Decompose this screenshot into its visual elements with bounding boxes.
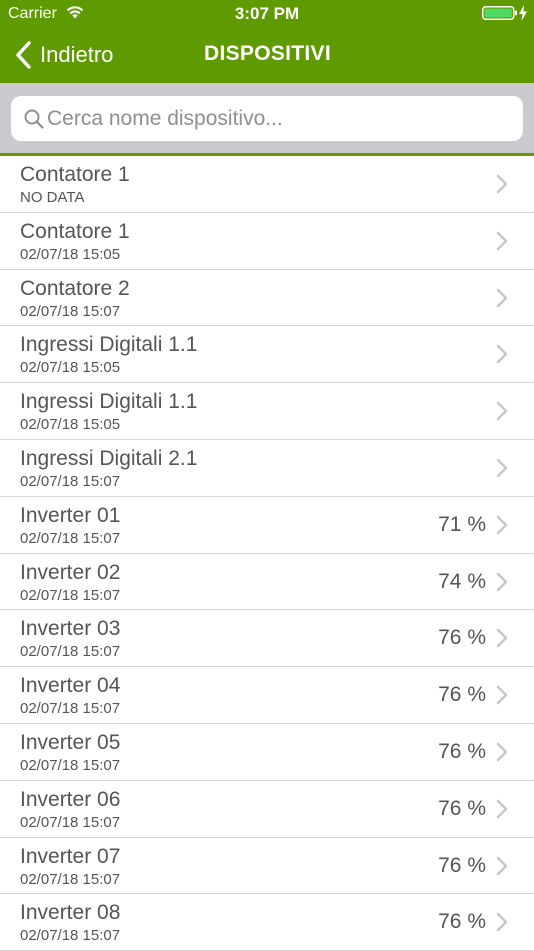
device-value: 76 %: [438, 796, 486, 820]
list-item[interactable]: Ingressi Digitali 1.1 02/07/18 15:05: [0, 326, 534, 384]
device-list: Contatore 1 NO DATA Contatore 1 02/07/18…: [0, 156, 534, 951]
device-timestamp: 02/07/18 15:07: [20, 472, 121, 490]
chevron-right-icon: [496, 685, 508, 705]
device-name: Inverter 08: [20, 901, 121, 925]
list-item[interactable]: Contatore 1 02/07/18 15:05: [0, 213, 534, 270]
list-item[interactable]: Inverter 05 02/07/18 15:07 76 %: [0, 724, 534, 781]
device-name: Contatore 1: [20, 219, 130, 243]
list-item[interactable]: Inverter 04 02/07/18 15:07 76 %: [0, 667, 534, 724]
page-title: DISPOSITIVI: [204, 42, 331, 65]
device-name: Inverter 04: [20, 674, 121, 698]
device-value: 74 %: [438, 569, 486, 593]
list-item[interactable]: Inverter 02 02/07/18 15:07 74 %: [0, 554, 534, 611]
battery-icon: [482, 6, 517, 20]
device-timestamp: 02/07/18 15:05: [20, 245, 121, 263]
list-item[interactable]: Inverter 08 02/07/18 15:07 76 %: [0, 894, 534, 951]
device-timestamp: 02/07/18 15:07: [20, 529, 121, 547]
chevron-right-icon: [496, 401, 508, 421]
device-timestamp: 02/07/18 15:05: [20, 416, 121, 434]
device-name: Inverter 01: [20, 503, 121, 527]
device-name: Ingressi Digitali 1.1: [20, 333, 198, 357]
search-bar: [0, 83, 534, 153]
charging-bolt-icon: [519, 5, 527, 21]
status-bar: Carrier 3:07 PM: [0, 0, 534, 28]
list-item[interactable]: Contatore 2 02/07/18 15:07: [0, 270, 534, 327]
chevron-right-icon: [496, 458, 508, 478]
chevron-right-icon: [496, 288, 508, 307]
device-value: 76 %: [438, 739, 486, 763]
device-value: 76 %: [438, 626, 486, 650]
device-timestamp: 02/07/18 15:07: [20, 700, 121, 718]
device-timestamp: 02/07/18 15:07: [20, 643, 121, 661]
device-value: 71 %: [438, 512, 486, 536]
list-item[interactable]: Inverter 03 02/07/18 15:07 76 %: [0, 610, 534, 668]
chevron-right-icon: [496, 629, 508, 648]
list-item[interactable]: Ingressi Digitali 1.1 02/07/18 15:05: [0, 383, 534, 440]
navigation-bar: Indietro DISPOSITIVI: [0, 28, 534, 83]
chevron-right-icon: [496, 913, 508, 932]
device-value: 76 %: [438, 683, 486, 707]
list-item[interactable]: Inverter 01 02/07/18 15:07 71 %: [0, 497, 534, 554]
chevron-right-icon: [496, 856, 508, 875]
device-name: Inverter 06: [20, 787, 121, 811]
back-label: Indietro: [40, 42, 114, 67]
device-name: Ingressi Digitali 2.1: [20, 446, 198, 470]
search-icon: [24, 109, 44, 129]
device-timestamp: 02/07/18 15:07: [20, 927, 121, 945]
list-item[interactable]: Inverter 07 02/07/18 15:07 76 %: [0, 838, 534, 895]
list-item[interactable]: Inverter 06 02/07/18 15:07 76 %: [0, 781, 534, 838]
device-timestamp: 02/07/18 15:07: [20, 756, 121, 774]
list-item[interactable]: Contatore 1 NO DATA: [0, 156, 534, 213]
device-timestamp: NO DATA: [20, 189, 85, 206]
device-timestamp: 02/07/18 15:07: [20, 813, 121, 831]
chevron-left-icon: [16, 41, 31, 69]
device-name: Ingressi Digitali 1.1: [20, 390, 198, 414]
device-timestamp: 02/07/18 15:05: [20, 359, 121, 377]
header: Carrier 3:07 PM Indietro DISPOSITIVI: [0, 0, 534, 83]
chevron-right-icon: [496, 515, 508, 535]
chevron-right-icon: [496, 345, 508, 364]
chevron-right-icon: [496, 572, 508, 591]
clock: 3:07 PM: [234, 4, 300, 23]
device-timestamp: 02/07/18 15:07: [20, 870, 121, 888]
back-button[interactable]: Indietro: [14, 38, 113, 72]
device-timestamp: 02/07/18 15:07: [20, 302, 121, 320]
chevron-right-icon: [496, 231, 508, 251]
device-timestamp: 02/07/18 15:07: [20, 586, 121, 604]
device-name: Inverter 02: [20, 560, 121, 584]
device-name: Contatore 2: [20, 276, 130, 300]
chevron-right-icon: [496, 174, 508, 194]
device-name: Inverter 03: [20, 617, 121, 641]
search-box[interactable]: [11, 96, 523, 141]
chevron-right-icon: [496, 799, 508, 819]
device-name: Inverter 07: [20, 844, 121, 868]
chevron-right-icon: [496, 742, 508, 762]
device-name: Contatore 1: [20, 163, 130, 186]
device-value: 76 %: [438, 853, 486, 877]
device-name: Inverter 05: [20, 730, 121, 754]
device-value: 76 %: [438, 910, 486, 934]
list-item[interactable]: Ingressi Digitali 2.1 02/07/18 15:07: [0, 440, 534, 497]
search-input[interactable]: [47, 96, 513, 141]
